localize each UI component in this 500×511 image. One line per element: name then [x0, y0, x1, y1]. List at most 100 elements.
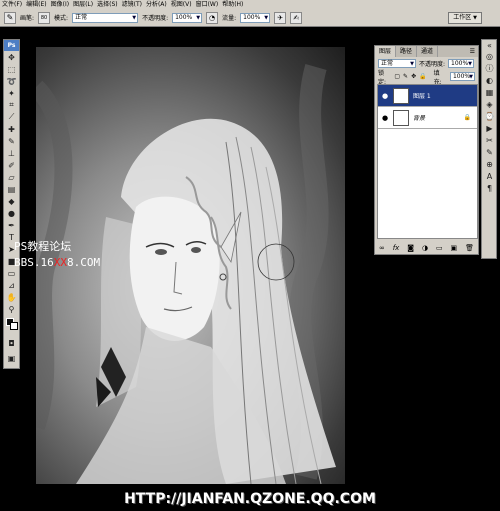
eye-icon[interactable]: ●: [381, 92, 389, 100]
navigator-icon[interactable]: ◎: [482, 50, 497, 62]
pressure-opacity-button[interactable]: ◔: [206, 11, 219, 24]
eye-icon[interactable]: ●: [381, 114, 389, 122]
flow-field[interactable]: 100%: [240, 12, 271, 23]
eraser-icon[interactable]: ▱: [4, 171, 19, 183]
panel-dock: « ◎ ⓘ ◐ ▦ ◈ ⌚ ▶ ✂ ✎ ⊕ A ¶: [481, 39, 497, 259]
crop-icon[interactable]: ⌗: [4, 99, 19, 111]
lock-fill-row: 锁定: ▢ ✎ ✥ 🔒 填充: 100%: [375, 69, 478, 86]
color-icon[interactable]: ◐: [482, 74, 497, 86]
tablet-pressure-button[interactable]: ✍: [290, 11, 303, 24]
menu-filter[interactable]: 滤镜(T): [122, 0, 142, 9]
opacity-label: 不透明度:: [142, 15, 169, 22]
info-icon[interactable]: ⓘ: [482, 62, 497, 74]
adjustment-icon[interactable]: ◑: [422, 244, 428, 252]
layer-row-background[interactable]: ● 背景 🔒: [378, 107, 477, 129]
menu-help[interactable]: 帮助(H): [222, 0, 243, 9]
hand-icon[interactable]: ✋: [4, 291, 19, 303]
brush-icon: ✎: [6, 13, 14, 22]
layers-panel: 图层 路径 通道 ☰ 正常 不透明度: 100% 锁定: ▢ ✎ ✥ 🔒 填充:…: [374, 45, 479, 255]
menu-layer[interactable]: 图层(L): [73, 0, 93, 9]
new-layer-icon[interactable]: ▣: [451, 244, 458, 252]
watermark-domain-highlight: XX: [53, 256, 67, 269]
lock-label: 锁定:: [378, 69, 387, 86]
paragraph-icon[interactable]: ¶: [482, 182, 497, 194]
healing-icon[interactable]: ✚: [4, 123, 19, 135]
quick-mask-icon[interactable]: ◘: [4, 337, 19, 349]
fill-label: 填充:: [433, 69, 442, 86]
screen-mode-icon[interactable]: ▣: [4, 352, 19, 364]
tool-presets-icon[interactable]: ✂: [482, 134, 497, 146]
gradient-icon[interactable]: ▤: [4, 183, 19, 195]
panel-menu-icon[interactable]: ☰: [470, 46, 475, 57]
brush-size-picker[interactable]: 80: [38, 11, 51, 24]
lock-all-icon[interactable]: 🔒: [419, 73, 426, 80]
toolbox: Ps ✥ ⬚ ➰ ✦ ⌗ ⟋ ✚ ✎ ⊥ ✐ ▱ ▤ ◆ ● ✒ T ➤ ■ ▭…: [3, 39, 20, 369]
mode-label: 模式:: [54, 15, 69, 22]
tab-layers[interactable]: 图层: [375, 46, 397, 57]
layer-opacity-field[interactable]: 100%: [448, 59, 475, 68]
layer-thumbnail: [393, 87, 409, 104]
dock-collapse-icon[interactable]: «: [482, 40, 497, 50]
blend-mode-select[interactable]: 正常: [378, 59, 416, 68]
menu-file[interactable]: 文件(F): [2, 0, 22, 9]
flow-label: 流量:: [222, 15, 237, 22]
character-icon[interactable]: A: [482, 170, 497, 182]
lasso-icon[interactable]: ➰: [4, 75, 19, 87]
brushes-icon[interactable]: ✎: [482, 146, 497, 158]
layer-opacity-value: 100%: [451, 60, 469, 67]
menu-select[interactable]: 选择(S): [97, 0, 118, 9]
opacity-field[interactable]: 100%: [172, 12, 203, 23]
menu-view[interactable]: 视图(V): [171, 0, 192, 9]
marquee-icon[interactable]: ⬚: [4, 63, 19, 75]
tablet-icon: ✍: [293, 13, 300, 22]
layer-row-layer-1[interactable]: ● 图层 1: [378, 85, 477, 107]
menu-image[interactable]: 图像(I): [51, 0, 69, 9]
tab-paths[interactable]: 路径: [396, 46, 418, 57]
fx-icon[interactable]: fx: [393, 244, 400, 252]
trash-icon[interactable]: 🗑: [465, 244, 474, 252]
brush-icon[interactable]: ✎: [4, 135, 19, 147]
lock-position-icon[interactable]: ✥: [411, 73, 416, 80]
layers-panel-tabs: 图层 路径 通道 ☰: [375, 46, 478, 57]
options-bar: ✎ 画笔: 80 模式: 正常 不透明度: 100% ◔ 流量: 100% ✈ …: [0, 9, 500, 27]
menu-analysis[interactable]: 分析(A): [146, 0, 167, 9]
mask-icon[interactable]: ◙: [407, 244, 414, 252]
menu-edit[interactable]: 编辑(E): [26, 0, 46, 9]
lock-pixels-icon[interactable]: ✎: [403, 73, 408, 80]
history-icon[interactable]: ⌚: [482, 110, 497, 122]
layer-name: 背景: [413, 115, 426, 122]
move-icon[interactable]: ✥: [4, 51, 19, 63]
layer-thumbnail: [393, 109, 409, 126]
site-banner: HTTP://JIANFAN.QZONE.QQ.COM: [124, 491, 376, 507]
eyedropper-icon[interactable]: ⊿: [4, 279, 19, 291]
dodge-icon[interactable]: ●: [4, 207, 19, 219]
lock-transparency-icon[interactable]: ▢: [394, 73, 400, 80]
airbrush-button[interactable]: ✈: [274, 11, 287, 24]
history-brush-icon[interactable]: ✐: [4, 159, 19, 171]
tool-preset-picker[interactable]: ✎: [4, 11, 16, 24]
lock-icon: 🔒: [463, 114, 471, 121]
fill-field[interactable]: 100%: [449, 72, 475, 81]
clone-source-icon[interactable]: ⊕: [482, 158, 497, 170]
group-icon[interactable]: ▭: [436, 244, 443, 252]
stamp-icon[interactable]: ⊥: [4, 147, 19, 159]
swatches-icon[interactable]: ▦: [482, 86, 497, 98]
workspace-button[interactable]: 工作区 ▼: [448, 12, 482, 24]
actions-icon[interactable]: ▶: [482, 122, 497, 134]
mode-value: 正常: [75, 13, 88, 21]
mode-select[interactable]: 正常: [72, 12, 139, 23]
background-color-swatch[interactable]: [10, 322, 18, 330]
layers-footer: ∞ fx ◙ ◑ ▭ ▣ 🗑: [375, 242, 478, 254]
tab-channels[interactable]: 通道: [417, 46, 439, 57]
wand-icon[interactable]: ✦: [4, 87, 19, 99]
menu-window[interactable]: 窗口(W): [196, 0, 219, 9]
styles-icon[interactable]: ◈: [482, 98, 497, 110]
layer-name: 图层 1: [413, 93, 431, 100]
slice-icon[interactable]: ⟋: [4, 111, 19, 123]
pen-icon[interactable]: ✒: [4, 219, 19, 231]
layer-list: ● 图层 1 ● 背景 🔒: [377, 84, 478, 239]
blur-icon[interactable]: ◆: [4, 195, 19, 207]
link-icon[interactable]: ∞: [379, 244, 385, 252]
zoom-icon[interactable]: ⚲: [4, 303, 19, 315]
pressure-icon: ◔: [209, 13, 216, 22]
